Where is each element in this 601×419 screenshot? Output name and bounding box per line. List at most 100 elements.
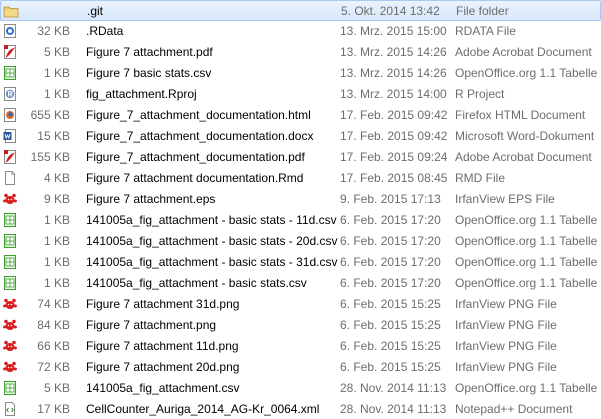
file-type: OpenOffice.org 1.1 Tabelle bbox=[455, 381, 598, 395]
file-row[interactable]: 1 KB 141005a_fig_attachment - basic stats… bbox=[0, 231, 601, 252]
file-name[interactable]: Figure 7 attachment 11d.png bbox=[86, 339, 239, 353]
file-name[interactable]: Figure 7 attachment.png bbox=[86, 318, 216, 332]
file-size: 17 KB bbox=[37, 402, 70, 416]
file-type: File folder bbox=[456, 4, 509, 18]
file-date-modified: 6. Feb. 2015 15:25 bbox=[340, 297, 441, 311]
pdf-file-icon bbox=[2, 44, 18, 60]
pdf-file-icon bbox=[2, 149, 18, 165]
file-name[interactable]: 141005a_fig_attachment - basic stats - 2… bbox=[86, 234, 337, 248]
file-row[interactable]: 1 KB 141005a_fig_attachment - basic stats… bbox=[0, 210, 601, 231]
file-row[interactable]: 9 KB Figure 7 attachment.eps 9. Feb. 2015 … bbox=[0, 189, 601, 210]
file-type: OpenOffice.org 1.1 Tabelle bbox=[455, 213, 598, 227]
file-size: 1 KB bbox=[43, 276, 70, 290]
file-row[interactable]: 17 KB CellCounter_Auriga_2014_AG-Kr_0064.… bbox=[0, 399, 601, 419]
file-row[interactable]: 155 KB Figure_7_attachment_documentation.… bbox=[0, 147, 601, 168]
file-date-modified: 6. Feb. 2015 17:20 bbox=[340, 213, 441, 227]
file-name[interactable]: Figure 7 attachment 31d.png bbox=[86, 297, 239, 311]
file-type: IrfanView EPS File bbox=[455, 192, 555, 206]
rdata-file-icon bbox=[2, 23, 18, 39]
file-row[interactable]: 72 KB Figure 7 attachment 20d.png 6. Feb. … bbox=[0, 357, 601, 378]
file-size: 5 KB bbox=[43, 45, 70, 59]
file-date-modified: 6. Feb. 2015 17:20 bbox=[340, 276, 441, 290]
file-date-modified: 28. Nov. 2014 11:13 bbox=[340, 402, 447, 416]
file-row[interactable]: 5 KB Figure 7 attachment.pdf 13. Mrz. 2015… bbox=[0, 42, 601, 63]
file-type: IrfanView PNG File bbox=[455, 360, 557, 374]
file-row[interactable]: .git 5. Okt. 2014 13:42 File folder bbox=[0, 0, 601, 21]
file-row[interactable]: 1 KB 141005a_fig_attachment - basic stats… bbox=[0, 252, 601, 273]
file-name[interactable]: Figure 7 basic stats.csv bbox=[86, 66, 211, 80]
file-list: .git 5. Okt. 2014 13:42 File folder 32 KB .R… bbox=[0, 0, 601, 419]
file-row[interactable]: 4 KB Figure 7 attachment documentation.Rm… bbox=[0, 168, 601, 189]
file-name[interactable]: .git bbox=[87, 4, 103, 18]
file-size: 5 KB bbox=[43, 381, 70, 395]
file-type: IrfanView PNG File bbox=[455, 318, 557, 332]
file-name[interactable]: CellCounter_Auriga_2014_AG-Kr_0064.xml bbox=[86, 402, 319, 416]
html-file-icon bbox=[2, 107, 18, 123]
file-size: 1 KB bbox=[43, 234, 70, 248]
file-name[interactable]: 141005a_fig_attachment - basic stats.csv bbox=[86, 276, 307, 290]
file-size: 1 KB bbox=[43, 213, 70, 227]
file-name[interactable]: Figure_7_attachment_documentation.html bbox=[86, 108, 311, 122]
file-size: 84 KB bbox=[37, 318, 70, 332]
file-type: Adobe Acrobat Document bbox=[455, 150, 592, 164]
file-date-modified: 6. Feb. 2015 17:20 bbox=[340, 234, 441, 248]
generic-file-icon bbox=[2, 170, 18, 186]
file-date-modified: 13. Mrz. 2015 14:26 bbox=[340, 45, 447, 59]
file-type: IrfanView PNG File bbox=[455, 339, 557, 353]
file-name[interactable]: fig_attachment.Rproj bbox=[86, 87, 197, 101]
file-size: 32 KB bbox=[37, 24, 70, 38]
irfanview-file-icon bbox=[2, 296, 18, 312]
file-name[interactable]: 141005a_fig_attachment - basic stats - 1… bbox=[86, 213, 337, 227]
file-name[interactable]: Figure 7 attachment 20d.png bbox=[86, 360, 239, 374]
file-date-modified: 5. Okt. 2014 13:42 bbox=[341, 4, 440, 18]
irfanview-file-icon bbox=[2, 191, 18, 207]
irfanview-file-icon bbox=[2, 338, 18, 354]
file-row[interactable]: 1 KB 141005a_fig_attachment - basic stats… bbox=[0, 273, 601, 294]
file-date-modified: 17. Feb. 2015 09:42 bbox=[340, 129, 448, 143]
file-date-modified: 28. Nov. 2014 11:13 bbox=[340, 381, 447, 395]
file-name[interactable]: Figure_7_attachment_documentation.pdf bbox=[86, 150, 305, 164]
file-row[interactable]: 74 KB Figure 7 attachment 31d.png 6. Feb. … bbox=[0, 294, 601, 315]
file-name[interactable]: .RData bbox=[86, 24, 123, 38]
file-row[interactable]: 15 KB Figure_7_attachment_documentation.d… bbox=[0, 126, 601, 147]
file-date-modified: 13. Mrz. 2015 15:00 bbox=[340, 24, 447, 38]
file-name[interactable]: Figure_7_attachment_documentation.docx bbox=[86, 129, 313, 143]
file-size: 1 KB bbox=[43, 255, 70, 269]
spreadsheet-file-icon bbox=[2, 275, 18, 291]
file-size: 66 KB bbox=[37, 339, 70, 353]
file-type: Notepad++ Document bbox=[455, 402, 573, 416]
file-row[interactable]: 1 KB Figure 7 basic stats.csv 13. Mrz. 201… bbox=[0, 63, 601, 84]
file-row[interactable]: 84 KB Figure 7 attachment.png 6. Feb. 2015… bbox=[0, 315, 601, 336]
file-size: 1 KB bbox=[43, 87, 70, 101]
file-size: 74 KB bbox=[37, 297, 70, 311]
file-size: 4 KB bbox=[43, 171, 70, 185]
file-type: IrfanView PNG File bbox=[455, 297, 557, 311]
file-type: RDATA File bbox=[455, 24, 516, 38]
file-date-modified: 6. Feb. 2015 17:20 bbox=[340, 255, 441, 269]
file-type: Firefox HTML Document bbox=[455, 108, 586, 122]
file-row[interactable]: 655 KB Figure_7_attachment_documentation.… bbox=[0, 105, 601, 126]
file-type: R Project bbox=[455, 87, 505, 101]
spreadsheet-file-icon bbox=[2, 233, 18, 249]
file-date-modified: 13. Mrz. 2015 14:26 bbox=[340, 66, 447, 80]
file-type: OpenOffice.org 1.1 Tabelle bbox=[455, 255, 598, 269]
file-row[interactable]: 5 KB 141005a_fig_attachment.csv 28. Nov. 2… bbox=[0, 378, 601, 399]
file-name[interactable]: Figure 7 attachment documentation.Rmd bbox=[86, 171, 303, 185]
file-name[interactable]: Figure 7 attachment.pdf bbox=[86, 45, 213, 59]
file-type: Microsoft Word-Dokument bbox=[455, 129, 595, 143]
file-size: 1 KB bbox=[43, 66, 70, 80]
file-name[interactable]: 141005a_fig_attachment.csv bbox=[86, 381, 239, 395]
spreadsheet-file-icon bbox=[2, 254, 18, 270]
file-name[interactable]: Figure 7 attachment.eps bbox=[86, 192, 215, 206]
file-row[interactable]: 1 KB fig_attachment.Rproj 13. Mrz. 2015 14… bbox=[0, 84, 601, 105]
file-date-modified: 6. Feb. 2015 15:25 bbox=[340, 339, 441, 353]
irfanview-file-icon bbox=[2, 317, 18, 333]
file-name[interactable]: 141005a_fig_attachment - basic stats - 3… bbox=[86, 255, 337, 269]
file-date-modified: 17. Feb. 2015 09:24 bbox=[340, 150, 448, 164]
file-date-modified: 13. Mrz. 2015 14:00 bbox=[340, 87, 447, 101]
file-type: OpenOffice.org 1.1 Tabelle bbox=[455, 66, 598, 80]
spreadsheet-file-icon bbox=[2, 380, 18, 396]
file-row[interactable]: 32 KB .RData 13. Mrz. 2015 15:00 RDATA File bbox=[0, 21, 601, 42]
spreadsheet-file-icon bbox=[2, 65, 18, 81]
file-row[interactable]: 66 KB Figure 7 attachment 11d.png 6. Feb. … bbox=[0, 336, 601, 357]
